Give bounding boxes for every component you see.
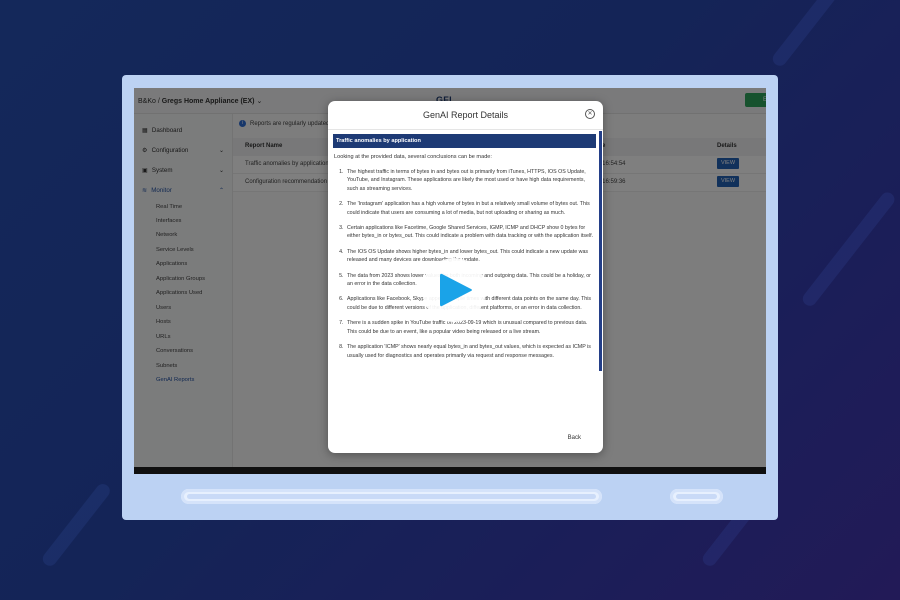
- report-intro: Looking at the provided data, several co…: [334, 154, 492, 160]
- background-stripe: [770, 0, 855, 69]
- modal-title: GenAI Report Details: [422, 110, 509, 120]
- modal-scrollbar[interactable]: [599, 131, 602, 371]
- close-icon[interactable]: ✕: [585, 109, 595, 119]
- background-stripe: [800, 189, 898, 309]
- play-button[interactable]: [422, 258, 486, 322]
- list-item: There is a sudden spike in YouTube traff…: [345, 319, 596, 336]
- control-pill[interactable]: [670, 489, 723, 504]
- video-bottom-bar: [134, 467, 766, 474]
- background-stripe: [40, 481, 113, 569]
- progress-fill: [187, 494, 596, 499]
- list-item: The highest traffic in terms of bytes in…: [345, 168, 596, 193]
- list-item: The application 'ICMP' shows nearly equa…: [345, 343, 596, 360]
- control-pill-fill: [676, 494, 717, 499]
- modal-header: GenAI Report Details ✕: [328, 101, 603, 130]
- list-item: The 'Instagram' application has a high v…: [345, 200, 596, 217]
- play-icon: [440, 273, 472, 307]
- list-item: Certain applications like Facetime, Goog…: [345, 224, 596, 241]
- progress-track[interactable]: [181, 489, 602, 504]
- report-banner: Traffic anomalies by application: [333, 134, 596, 148]
- back-button[interactable]: Back: [568, 435, 581, 441]
